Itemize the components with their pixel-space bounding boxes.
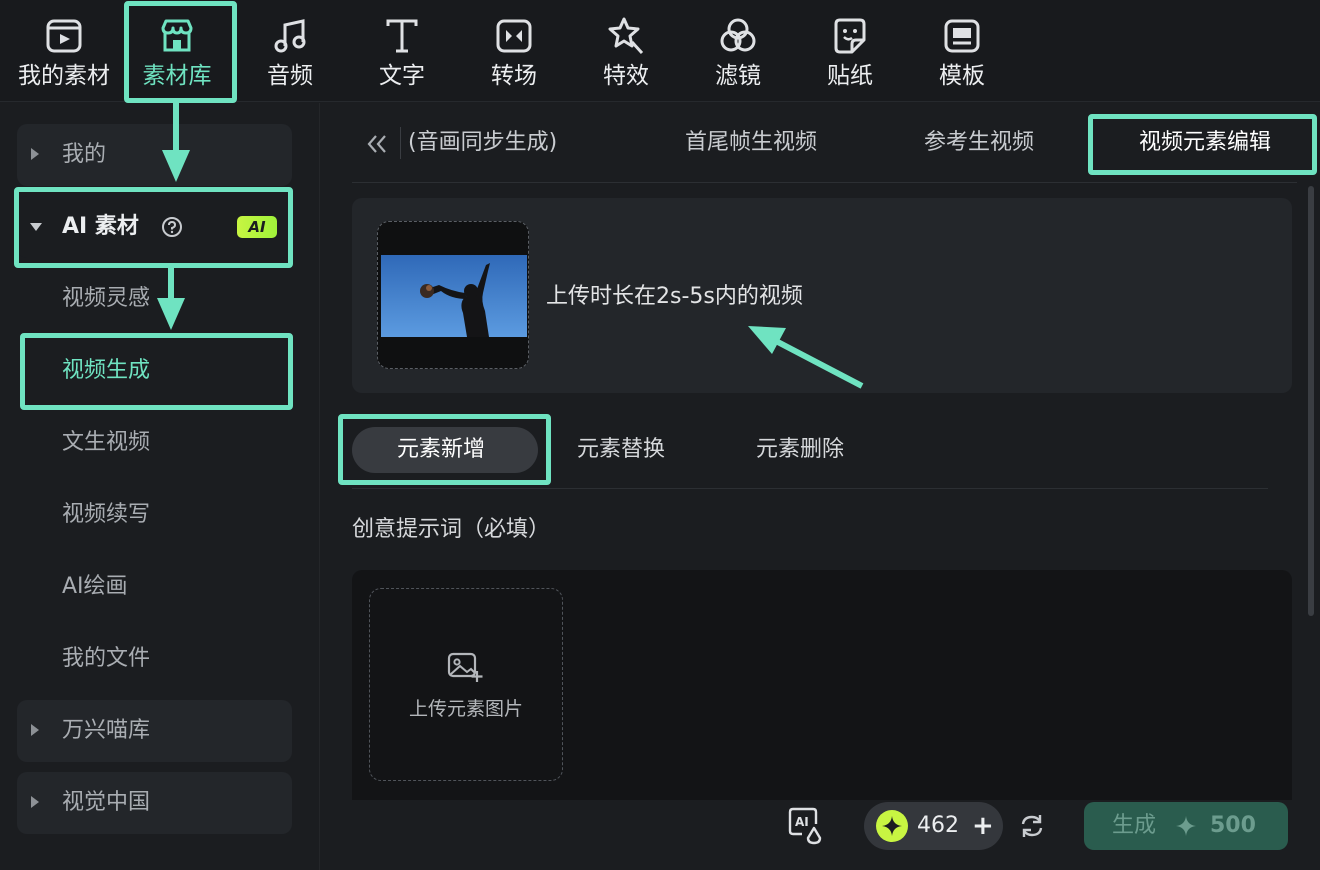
toolbar-audio[interactable]: 音频 bbox=[234, 0, 346, 102]
my-media-icon bbox=[46, 19, 82, 53]
sidebar-group-mine[interactable]: 我的 bbox=[17, 124, 292, 186]
sidebar-item-ai-painting[interactable]: AI绘画 bbox=[62, 572, 128, 602]
star-wand-icon bbox=[608, 17, 644, 55]
tabs-divider bbox=[352, 182, 1297, 183]
toolbar-label: 转场 bbox=[491, 63, 537, 89]
ai-badge: AI bbox=[237, 216, 277, 238]
music-note-icon bbox=[274, 19, 306, 53]
group-label: 我的 bbox=[62, 142, 107, 167]
credits-pill[interactable]: 462 + bbox=[864, 802, 1003, 850]
toolbar-text[interactable]: 文字 bbox=[346, 0, 458, 102]
refresh-icon[interactable] bbox=[1018, 812, 1046, 840]
tab-av-sync[interactable]: (音画同步生成) bbox=[408, 128, 557, 158]
sidebar-item-video-generation[interactable]: 视频生成 bbox=[62, 356, 150, 386]
toolbar-label: 音频 bbox=[267, 63, 313, 89]
mode-add-element[interactable]: 元素新增 bbox=[397, 435, 485, 465]
generate-cost: 500 bbox=[1210, 813, 1256, 838]
ai-prompt-icon[interactable]: AI bbox=[786, 806, 828, 846]
upload-hint: 上传时长在2s-5s内的视频 bbox=[546, 284, 803, 309]
element-upload-label: 上传元素图片 bbox=[408, 698, 523, 720]
sidebar-item-text-to-video[interactable]: 文生视频 bbox=[62, 428, 150, 458]
sidebar-item-video-extend[interactable]: 视频续写 bbox=[62, 500, 150, 530]
toolbar-effects[interactable]: 特效 bbox=[570, 0, 682, 102]
element-image-upload[interactable]: 上传元素图片 bbox=[369, 588, 563, 781]
image-add-icon bbox=[447, 652, 483, 682]
top-toolbar: 我的素材 素材库 音频 文字 转场 特效 滤镜 贴纸 模板 bbox=[0, 0, 1320, 102]
toolbar-label: 我的素材 bbox=[18, 63, 110, 89]
toolbar-stickers[interactable]: 贴纸 bbox=[794, 0, 906, 102]
prompt-label: 创意提示词（必填） bbox=[352, 517, 551, 542]
store-icon bbox=[161, 19, 193, 52]
help-icon[interactable] bbox=[161, 216, 183, 238]
credit-coin-icon bbox=[876, 810, 908, 842]
caret-right-icon bbox=[31, 724, 39, 736]
toolbar-label: 素材库 bbox=[142, 63, 212, 89]
toolbar-label: 滤镜 bbox=[715, 63, 761, 89]
svg-text:AI: AI bbox=[795, 815, 809, 829]
modes-divider bbox=[352, 488, 1268, 489]
group-label: AI 素材 bbox=[62, 214, 139, 239]
sidebar-group-vcg[interactable]: 视觉中国 bbox=[17, 772, 292, 834]
mode-remove-element[interactable]: 元素删除 bbox=[756, 435, 844, 465]
video-preview-image bbox=[381, 255, 527, 337]
sidebar-item-video-inspiration[interactable]: 视频灵感 bbox=[62, 284, 150, 314]
caret-right-icon bbox=[31, 796, 39, 808]
caret-down-icon bbox=[30, 223, 42, 231]
toolbar-label: 特效 bbox=[603, 63, 649, 89]
mode-replace-element[interactable]: 元素替换 bbox=[577, 435, 665, 465]
toolbar-templates[interactable]: 模板 bbox=[906, 0, 1018, 102]
video-thumbnail[interactable] bbox=[377, 221, 529, 369]
generate-label: 生成 bbox=[1112, 813, 1157, 838]
tab-separator bbox=[400, 127, 401, 159]
tab-video-element-edit[interactable]: 视频元素编辑 bbox=[1139, 128, 1271, 158]
toolbar-my-media[interactable]: 我的素材 bbox=[8, 0, 120, 102]
toolbar-transition[interactable]: 转场 bbox=[458, 0, 570, 102]
generate-button[interactable]: 生成 500 bbox=[1084, 802, 1288, 850]
toolbar-asset-library[interactable]: 素材库 bbox=[121, 0, 233, 102]
transition-icon bbox=[496, 19, 532, 53]
double-chevron-left-icon[interactable] bbox=[364, 130, 390, 158]
group-label: 视觉中国 bbox=[62, 790, 151, 815]
text-t-icon bbox=[386, 19, 418, 53]
sidebar-item-my-files[interactable]: 我的文件 bbox=[62, 644, 150, 674]
sparkle-icon bbox=[1176, 816, 1196, 836]
add-credits-icon[interactable]: + bbox=[972, 812, 994, 840]
template-icon bbox=[944, 19, 980, 53]
toolbar-label: 模板 bbox=[939, 63, 985, 89]
caret-right-icon bbox=[31, 148, 39, 160]
tab-first-last-frame[interactable]: 首尾帧生视频 bbox=[685, 128, 817, 158]
filter-circles-icon bbox=[720, 18, 756, 52]
scrollbar[interactable] bbox=[1308, 186, 1314, 616]
toolbar-filters[interactable]: 滤镜 bbox=[682, 0, 794, 102]
sidebar-group-wanxing[interactable]: 万兴喵库 bbox=[17, 700, 292, 762]
toolbar-label: 文字 bbox=[379, 63, 425, 89]
sidebar-group-ai[interactable]: AI 素材 AI bbox=[17, 196, 292, 258]
group-label: 万兴喵库 bbox=[62, 718, 151, 743]
sticker-icon bbox=[834, 18, 866, 54]
toolbar-label: 贴纸 bbox=[827, 63, 873, 89]
tab-reference-video[interactable]: 参考生视频 bbox=[924, 128, 1034, 158]
credits-count: 462 bbox=[917, 813, 959, 838]
